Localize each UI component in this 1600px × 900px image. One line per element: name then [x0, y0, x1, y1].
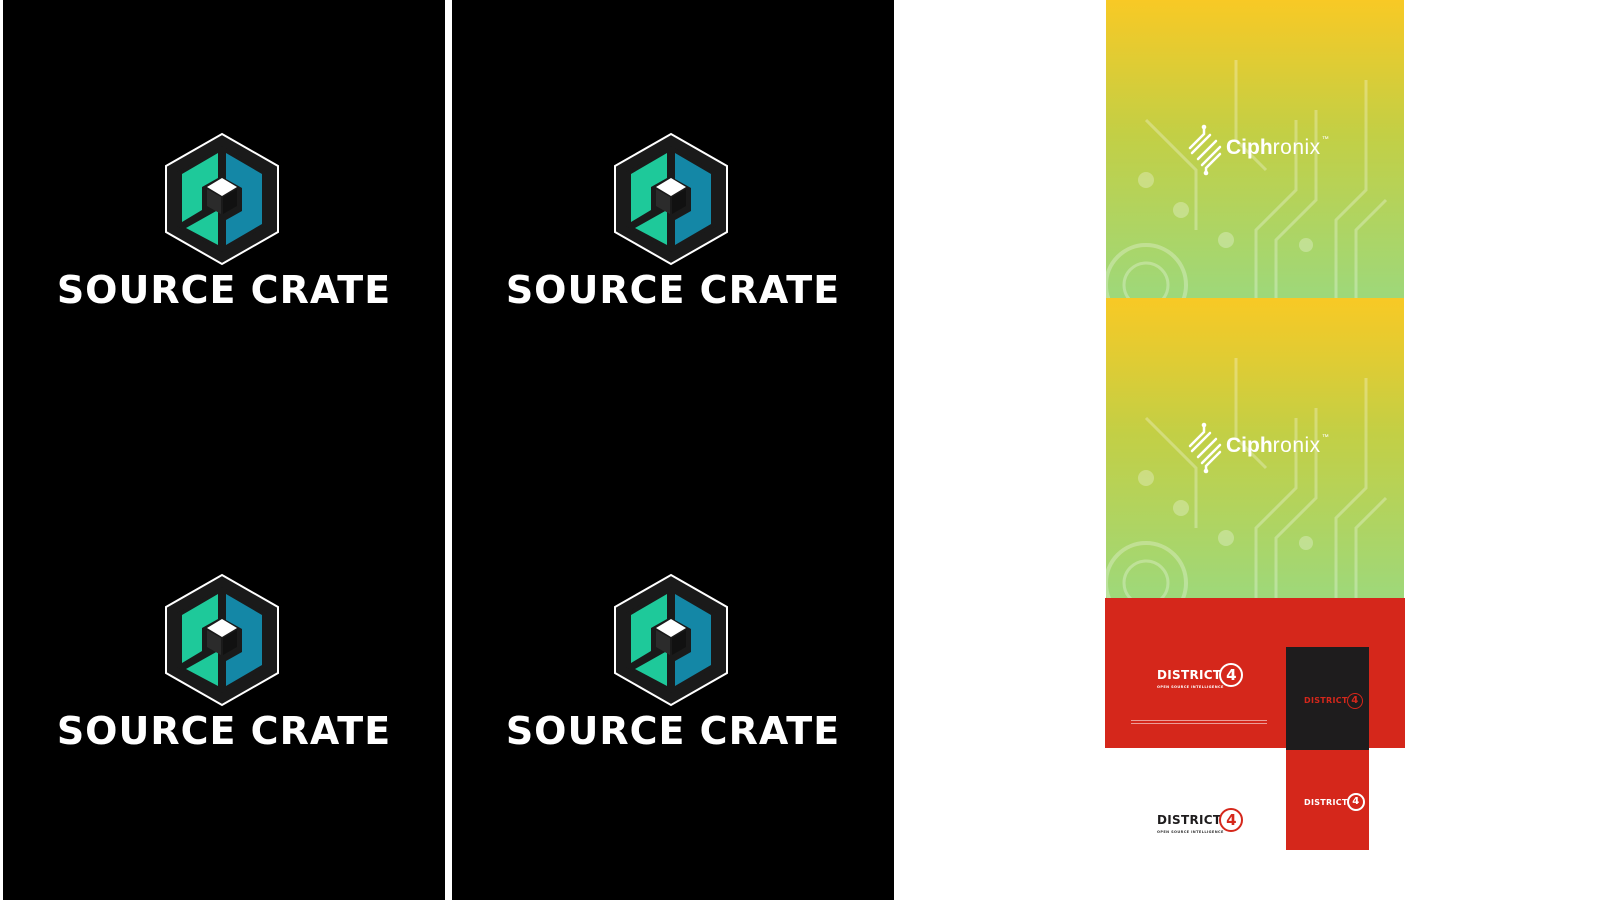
- district4-wordmark: DISTRICT: [1157, 813, 1222, 827]
- ciphronix-wordmark-bold: Ciph: [1226, 434, 1273, 457]
- ciphronix-wordmark: Ciphronix™: [1226, 136, 1329, 160]
- district4-wordmark: DISTRICT: [1157, 668, 1222, 682]
- district4-number-badge: 4: [1346, 793, 1365, 811]
- ciphronix-wordmark-light: ronix: [1272, 434, 1321, 457]
- source-crate-wordmark: SOURCE CRATE: [505, 709, 841, 753]
- ciphronix-panel: Ciphronix™: [1106, 0, 1404, 298]
- ciphronix-wordmark-bold: Ciph: [1226, 136, 1273, 159]
- trademark-symbol: ™: [1321, 136, 1329, 143]
- hexagon-crate-icon: [165, 132, 279, 266]
- ciphronix-logo: Ciphronix™: [1184, 422, 1344, 474]
- trademark-symbol: ™: [1321, 434, 1329, 441]
- source-crate-logo: SOURCE CRATE: [452, 573, 894, 773]
- ciphronix-wordmark: Ciphronix™: [1226, 434, 1329, 458]
- hexagon-crate-icon: [165, 573, 279, 707]
- source-crate-wordmark: SOURCE CRATE: [56, 268, 392, 312]
- district4-number-badge: 4: [1219, 808, 1244, 832]
- ciphronix-wordmark-light: ronix: [1272, 136, 1321, 159]
- source-crate-logo: SOURCE CRATE: [452, 132, 894, 332]
- source-crate-wordmark: SOURCE CRATE: [505, 268, 841, 312]
- logo-presentation-board: SOURCE CRATE SOURCE CRATE SOURCE CRATE S…: [0, 0, 1600, 900]
- ciphronix-circuit-icon: [1188, 422, 1222, 474]
- source-crate-logo: SOURCE CRATE: [3, 132, 445, 332]
- district4-logo: DISTRICT 4 OPEN SOURCE INTELLIGENCE: [1157, 808, 1244, 834]
- ciphronix-logo: Ciphronix™: [1184, 124, 1344, 176]
- district4-number-badge: 4: [1346, 692, 1363, 709]
- ciphronix-panel: Ciphronix™: [1106, 298, 1404, 598]
- source-crate-wordmark: SOURCE CRATE: [56, 709, 392, 753]
- district4-wordmark: DISTRICT: [1304, 797, 1348, 807]
- district4-logo: DISTRICT 4: [1304, 692, 1363, 710]
- district4-number-badge: 4: [1219, 663, 1244, 687]
- district4-tagline: OPEN SOURCE INTELLIGENCE: [1157, 685, 1224, 689]
- district4-tagline: OPEN SOURCE INTELLIGENCE: [1157, 830, 1224, 834]
- ciphronix-circuit-icon: [1188, 124, 1222, 176]
- district4-logo: DISTRICT 4: [1304, 793, 1365, 811]
- district4-fine-print: [1131, 720, 1267, 728]
- source-crate-panel-left: SOURCE CRATE SOURCE CRATE: [3, 0, 445, 900]
- source-crate-logo: SOURCE CRATE: [3, 573, 445, 773]
- hexagon-crate-icon: [614, 132, 728, 266]
- source-crate-panel-right: SOURCE CRATE SOURCE CRATE: [452, 0, 894, 900]
- hexagon-crate-icon: [614, 573, 728, 707]
- district4-logo: DISTRICT 4 OPEN SOURCE INTELLIGENCE: [1157, 663, 1244, 689]
- district4-wordmark: DISTRICT: [1304, 696, 1348, 706]
